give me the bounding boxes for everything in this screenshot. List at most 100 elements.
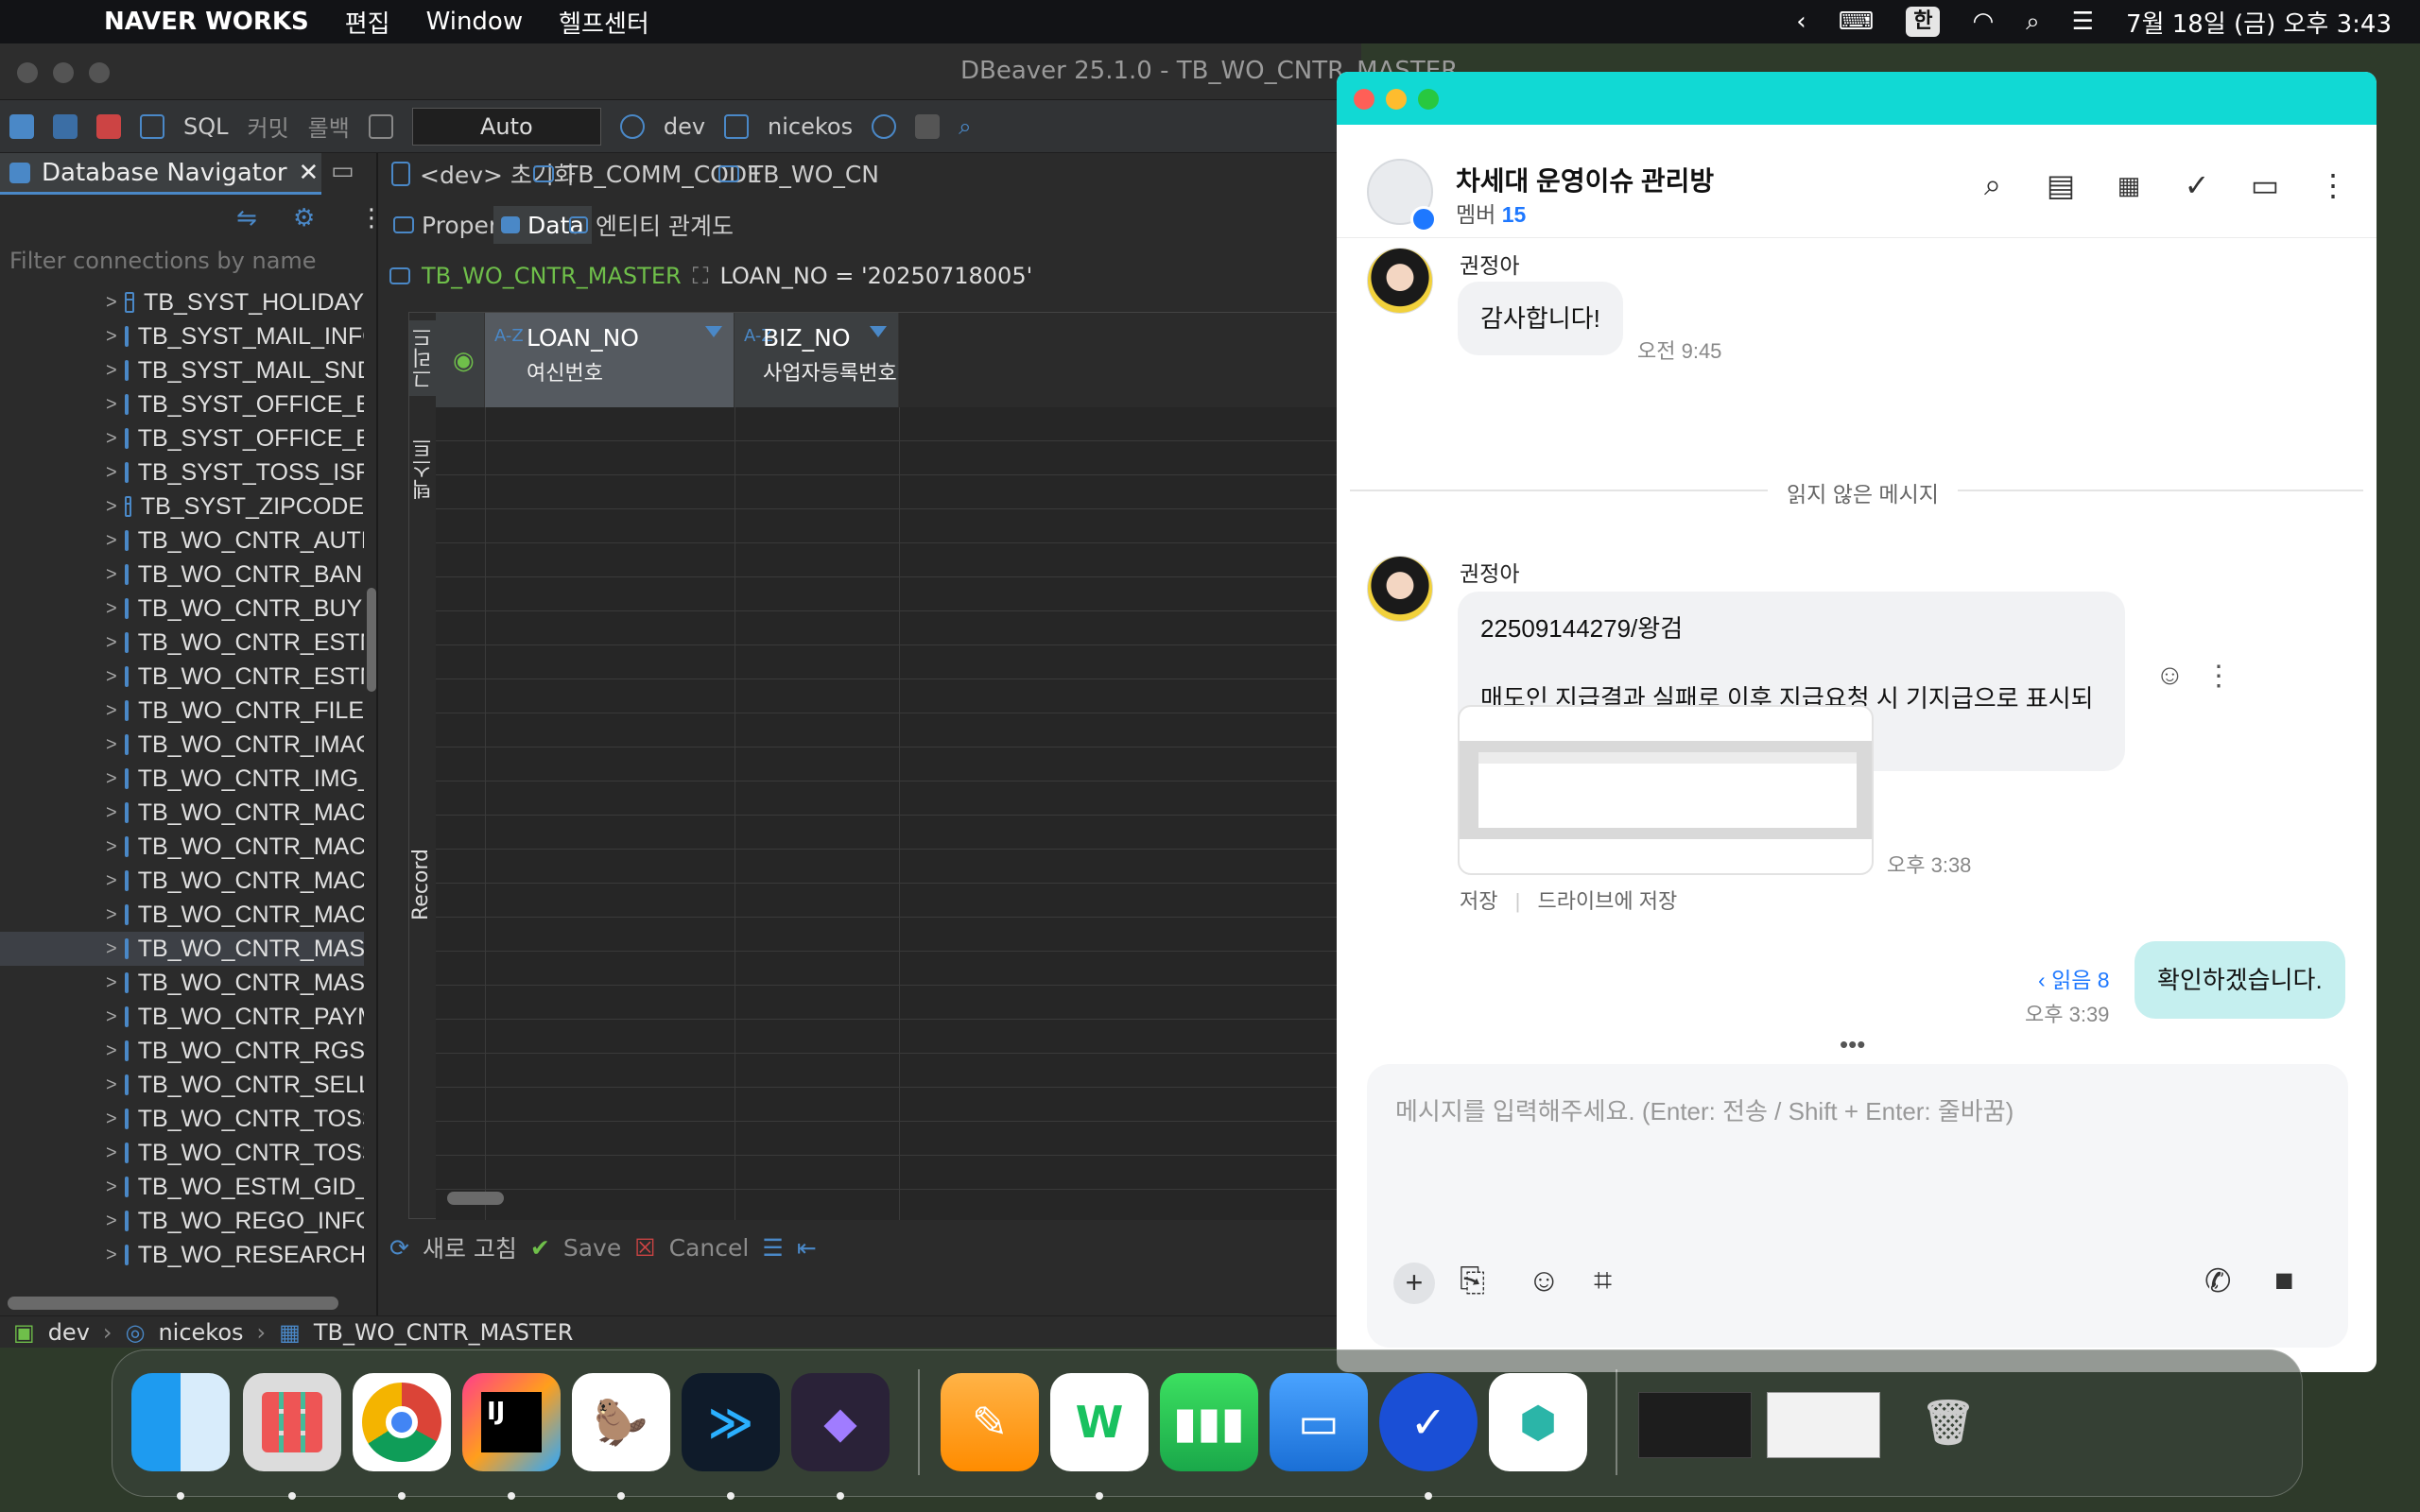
control-center-icon[interactable]: ☰ xyxy=(2072,8,2094,36)
navigator-table-row[interactable]: > TB_WO_CNTR_IMAGE_LIST xyxy=(0,728,364,762)
room-title[interactable]: 차세대 운영이슈 관리방 xyxy=(1456,161,1714,198)
navigator-table-row[interactable]: > TB_WO_CNTR_MACH_MASTER xyxy=(0,864,364,898)
save-attachment-button[interactable]: 저장 xyxy=(1460,889,1497,913)
message-bubble[interactable]: 감사합니다! xyxy=(1458,282,1623,355)
active-schema-select[interactable]: nicekos xyxy=(768,113,853,140)
refresh-button[interactable]: 새로 고침 xyxy=(423,1230,517,1264)
more-options-icon[interactable]: ⋮ xyxy=(2314,166,2352,204)
navigator-table-row[interactable]: > TB_WO_CNTR_SELLER_INFO xyxy=(0,1068,364,1102)
chevron-right-icon[interactable]: > xyxy=(106,360,117,382)
collapse-all-icon[interactable]: ⇋ xyxy=(236,204,257,232)
dashboard-icon[interactable] xyxy=(872,113,897,139)
database-navigator-tab[interactable]: Database Navigator ✕ xyxy=(0,153,321,195)
transaction-mode-select[interactable]: Auto xyxy=(411,107,601,146)
link-editor-icon[interactable]: ⚙ xyxy=(293,204,315,232)
chevron-right-icon[interactable]: > xyxy=(106,1074,117,1096)
capture-icon[interactable]: ⌗ xyxy=(1594,1263,1612,1299)
chevron-right-icon[interactable]: > xyxy=(106,462,117,484)
obsidian-icon[interactable]: ◆ xyxy=(791,1373,890,1471)
navigator-table-row[interactable]: > TB_WO_CNTR_MASTER_HIST xyxy=(0,966,364,1000)
chevron-right-icon[interactable]: > xyxy=(106,768,117,790)
trash-icon[interactable]: 🗑 xyxy=(1899,1373,1997,1471)
window-controls[interactable] xyxy=(17,62,110,83)
video-call-icon[interactable]: ■ xyxy=(2274,1263,2294,1299)
message-composer[interactable]: 메시지를 입력해주세요. (Enter: 전송 / Shift + Enter:… xyxy=(1367,1064,2348,1348)
close-icon[interactable]: ✕ xyxy=(299,159,320,187)
menu-edit[interactable]: 편집 xyxy=(345,5,390,40)
keyboard-icon[interactable]: ⌨ xyxy=(1839,8,1875,36)
chrome-icon[interactable] xyxy=(353,1373,451,1471)
more-icon[interactable]: ⋮ xyxy=(359,204,384,232)
calendar-icon[interactable]: ▦ xyxy=(2110,166,2148,204)
input-source-badge[interactable]: 한 xyxy=(1906,7,1941,37)
chevron-right-icon[interactable]: > xyxy=(106,938,117,960)
commit-button[interactable]: 커밋 xyxy=(248,110,289,143)
chevron-right-icon[interactable]: > xyxy=(106,632,117,654)
chevron-right-icon[interactable]: > xyxy=(106,326,117,348)
active-connection-select[interactable]: dev xyxy=(664,113,705,140)
chevron-right-icon[interactable]: > xyxy=(106,598,117,620)
chrome-window-thumbnail[interactable] xyxy=(1767,1392,1880,1458)
chevron-right-icon[interactable]: > xyxy=(106,836,117,858)
emoji-icon[interactable]: ☺ xyxy=(1528,1263,1561,1299)
chevron-right-icon[interactable]: > xyxy=(106,1245,117,1266)
navigator-table-row[interactable]: > TB_WO_CNTR_BUYER_INFO xyxy=(0,592,364,626)
folder-icon[interactable]: ▭ xyxy=(2246,166,2284,204)
save-button[interactable]: Save xyxy=(563,1234,621,1262)
navigator-scrollbar[interactable] xyxy=(367,588,376,692)
chevron-right-icon[interactable]: > xyxy=(106,1211,117,1232)
navigator-table-row[interactable]: > TB_WO_CNTR_TOSS_BILLING_INFO xyxy=(0,1102,364,1136)
chevron-right-icon[interactable]: > xyxy=(106,496,117,518)
chevron-right-icon[interactable]: > xyxy=(106,734,117,756)
expand-icon[interactable]: ⛶ xyxy=(693,263,709,289)
navigator-hscrollbar[interactable] xyxy=(8,1297,338,1310)
cancel-button[interactable]: Cancel xyxy=(669,1234,750,1262)
status-connection[interactable]: dev xyxy=(48,1319,90,1346)
filter-expression-input[interactable]: LOAN_NO = '20250718005' xyxy=(719,263,1032,289)
navigator-table-row[interactable]: > TB_WO_CNTR_PAYMENT_LIST xyxy=(0,1000,364,1034)
chevron-right-icon[interactable]: > xyxy=(106,972,117,994)
add-row-icon[interactable]: ☰ xyxy=(762,1234,783,1262)
side-tab-text[interactable]: 텍스트 xyxy=(409,426,436,511)
grid-hscrollbar[interactable] xyxy=(447,1192,504,1205)
chevron-right-icon[interactable]: > xyxy=(106,700,117,722)
my-message-bubble[interactable]: 확인하겠습니다. xyxy=(2135,941,2345,1019)
sql-editor-icon[interactable] xyxy=(140,113,164,139)
chevron-right-icon[interactable]: > xyxy=(106,1006,117,1028)
spotlight-search-icon[interactable]: ⌕ xyxy=(2026,8,2040,37)
dbeaver-icon[interactable]: 🦫 xyxy=(572,1373,670,1471)
navigator-table-row[interactable]: > TB_SYST_OFFICE_BACKUP xyxy=(0,387,364,421)
chevron-right-icon[interactable]: > xyxy=(106,802,117,824)
terminal-app-icon[interactable]: ≫ xyxy=(682,1373,780,1471)
phone-call-icon[interactable]: ✆ xyxy=(2204,1263,2232,1300)
rollback-button[interactable]: 롤백 xyxy=(308,110,350,143)
naver-works-icon[interactable]: W xyxy=(1050,1373,1149,1471)
column-header-loan-no[interactable]: A-Z LOAN_NO 여신번호 xyxy=(485,313,735,407)
navigator-table-row[interactable]: > TB_WO_CNTR_ESTM_MASTER xyxy=(0,626,364,660)
add-icon[interactable]: + xyxy=(1393,1263,1435,1304)
tab-er-diagram[interactable]: 엔티티 관계도 xyxy=(562,206,741,244)
chevron-right-icon[interactable]: > xyxy=(106,1108,117,1130)
navigator-table-row[interactable]: > TB_WO_CNTR_ESTM_SEND_HIST xyxy=(0,660,364,694)
more-dots-icon[interactable]: ••• xyxy=(1840,1030,1865,1059)
navigator-table-row[interactable]: > TB_SYST_MAIL_SND_RSLT xyxy=(0,353,364,387)
finder-icon[interactable] xyxy=(131,1373,230,1471)
search-icon[interactable]: ⌕ xyxy=(959,113,971,140)
keynote-icon[interactable]: ▭ xyxy=(1270,1373,1368,1471)
connection-filter-input[interactable]: Filter connections by name xyxy=(9,248,317,274)
message-more-icon[interactable]: ⋮ xyxy=(2204,660,2233,693)
transaction-icon[interactable] xyxy=(368,113,393,139)
navigator-table-row[interactable]: > TB_WO_CNTR_BANK_INFO xyxy=(0,558,364,592)
cancel-icon[interactable]: ☒ xyxy=(634,1234,655,1262)
disconnect-icon[interactable] xyxy=(96,113,121,139)
avatar[interactable] xyxy=(1367,248,1433,314)
navigator-table-row[interactable]: >TB_WO_ESTM_GID_FCT16K xyxy=(0,1170,364,1204)
navigator-table-row[interactable]: > TB_WO_CNTR_MACH_LOCAL_INFO xyxy=(0,830,364,864)
navigator-table-row[interactable]: >TB_WO_REGO_INFO64K xyxy=(0,1204,364,1238)
menu-window[interactable]: Window xyxy=(426,8,524,36)
navigator-table-row[interactable]: > TB_WO_CNTR_AUTH_CNFM xyxy=(0,524,364,558)
chevron-right-icon[interactable]: > xyxy=(106,666,117,688)
chevron-right-icon[interactable]: > xyxy=(106,394,117,416)
navigator-table-row[interactable]: > TB_SYST_TOSS_ISRN_AMT_BASE xyxy=(0,455,364,490)
first-page-icon[interactable]: ⇤ xyxy=(797,1234,817,1262)
